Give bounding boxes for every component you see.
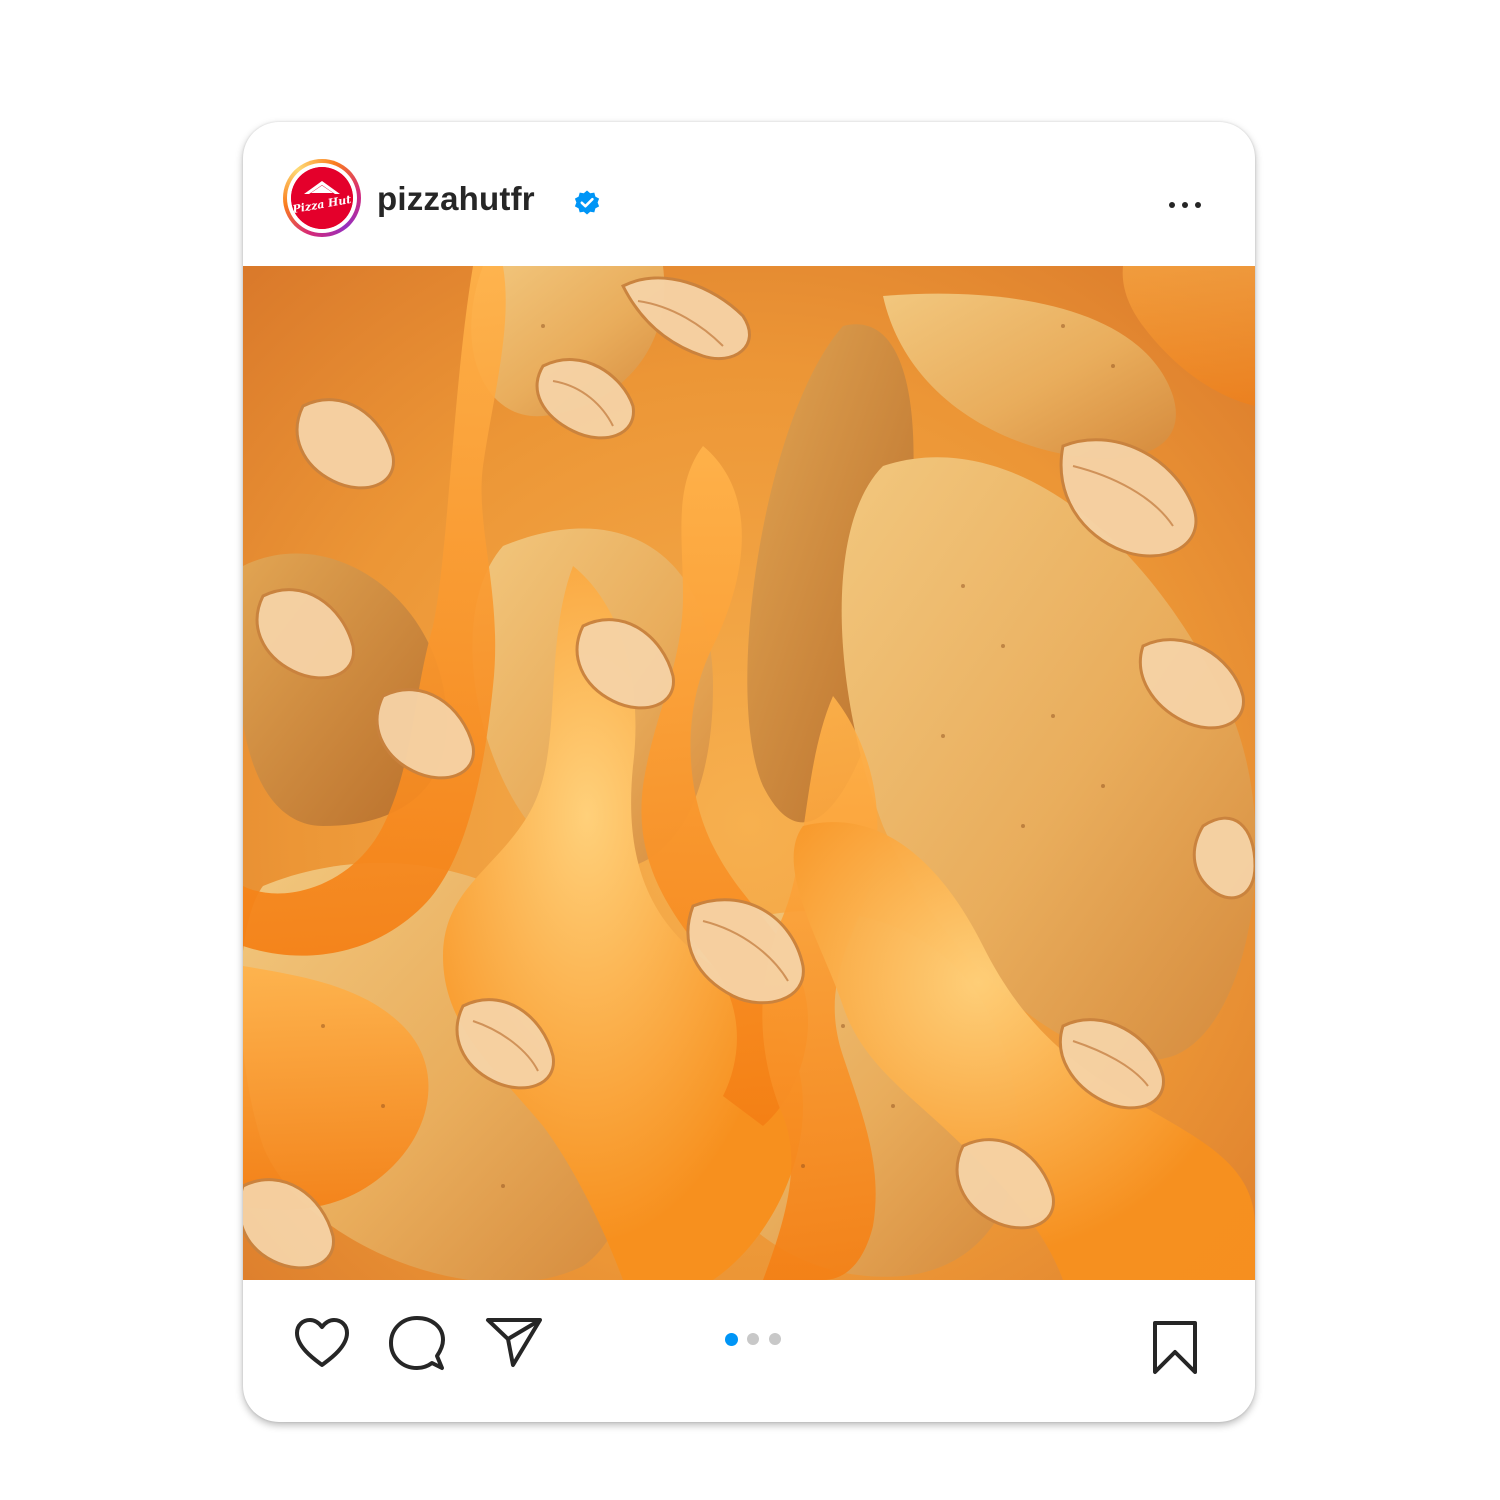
instagram-post-card: Pizza Hut pizzahutfr (243, 122, 1255, 1422)
pizza-hut-logo-icon: Pizza Hut (291, 167, 353, 229)
carousel-dot (747, 1333, 759, 1345)
heart-icon[interactable] (293, 1317, 351, 1369)
carousel-indicator (725, 1333, 781, 1347)
verified-badge-icon (574, 190, 600, 215)
carousel-dot (769, 1333, 781, 1345)
post-image[interactable] (243, 266, 1255, 1280)
username[interactable]: pizzahutfr (377, 180, 535, 218)
post-header: Pizza Hut pizzahutfr (243, 122, 1255, 266)
paper-plane-icon[interactable] (485, 1316, 543, 1368)
comment-bubble-icon[interactable] (389, 1316, 445, 1372)
post-actions-bar (243, 1280, 1255, 1422)
story-ring[interactable]: Pizza Hut (283, 159, 361, 237)
food-photo-image (243, 266, 1255, 1280)
carousel-dot-active (725, 1333, 738, 1346)
bookmark-icon[interactable] (1151, 1320, 1199, 1376)
avatar: Pizza Hut (291, 167, 353, 229)
more-options-icon[interactable] (1163, 192, 1209, 218)
